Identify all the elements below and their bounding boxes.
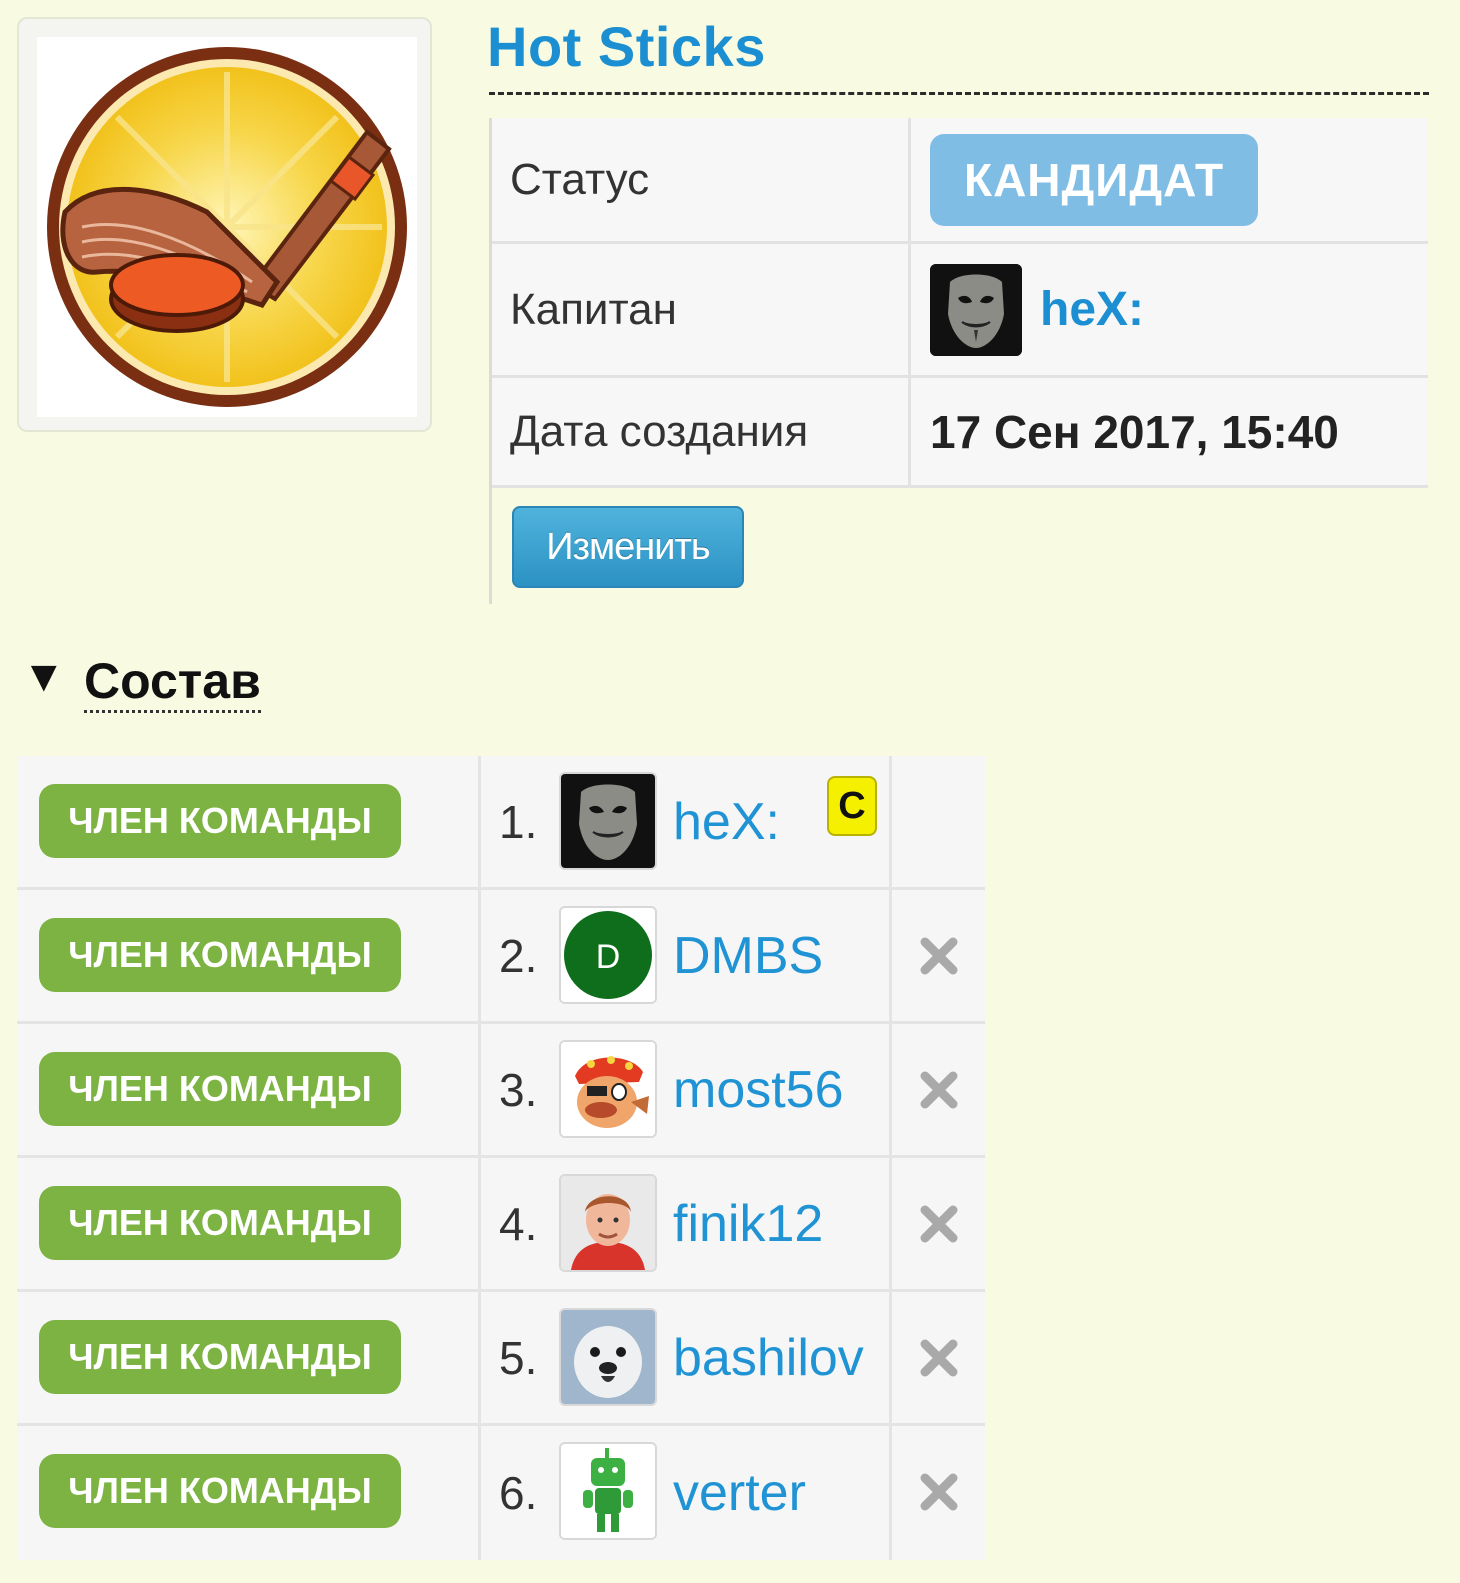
role-badge: ЧЛЕН КОМАНДЫ bbox=[39, 1052, 401, 1126]
close-icon bbox=[920, 1071, 958, 1109]
column-divider bbox=[889, 1158, 892, 1289]
team-logo-card bbox=[17, 17, 432, 432]
role-badge: ЧЛЕН КОМАНДЫ bbox=[39, 1454, 401, 1528]
team-logo bbox=[37, 37, 417, 417]
roster-row: ЧЛЕН КОМАНДЫ 4. finik12 bbox=[17, 1158, 985, 1292]
roster-row: ЧЛЕН КОМАНДЫ 2. D DMBS bbox=[17, 890, 985, 1024]
pirate-cartoon-icon bbox=[561, 1042, 655, 1136]
member-name-link[interactable]: verter bbox=[673, 1426, 806, 1560]
remove-member-icon[interactable] bbox=[917, 1202, 961, 1246]
role-badge: ЧЛЕН КОМАНДЫ bbox=[39, 784, 401, 858]
member-avatar[interactable] bbox=[559, 772, 657, 870]
roster-row: ЧЛЕН КОМАНДЫ 1. heX: C bbox=[17, 756, 985, 890]
green-robot-icon bbox=[561, 1444, 655, 1538]
created-date: 17 Сен 2017, 15:40 bbox=[930, 405, 1339, 458]
created-label: Дата создания bbox=[510, 406, 809, 456]
remove-member-icon[interactable] bbox=[917, 1336, 961, 1380]
member-name-link[interactable]: DMBS bbox=[673, 890, 823, 1021]
roster-row: ЧЛЕН КОМАНДЫ 6. verter bbox=[17, 1426, 985, 1560]
close-icon bbox=[920, 1339, 958, 1377]
member-avatar[interactable]: D bbox=[559, 906, 657, 1004]
hockey-stick-and-puck-icon bbox=[47, 47, 407, 407]
remove-member-icon[interactable] bbox=[917, 934, 961, 978]
role-badge: ЧЛЕН КОМАНДЫ bbox=[39, 918, 401, 992]
member-name-link[interactable]: bashilov bbox=[673, 1292, 864, 1423]
status-cell: КАНДИДАТ bbox=[930, 118, 1259, 241]
member-avatar[interactable] bbox=[559, 1174, 657, 1272]
remove-member-icon[interactable] bbox=[917, 1068, 961, 1112]
close-icon bbox=[920, 1473, 958, 1511]
captain-cell: heX: bbox=[930, 244, 1144, 375]
member-index: 3. bbox=[499, 1063, 538, 1116]
role-badge: ЧЛЕН КОМАНДЫ bbox=[39, 1186, 401, 1260]
column-divider bbox=[889, 1426, 892, 1560]
captain-label: Капитан bbox=[510, 284, 677, 334]
avatar-letter: D bbox=[596, 938, 621, 976]
team-title: Hot Sticks bbox=[487, 15, 766, 78]
info-row-captain: Капитан heX: bbox=[492, 244, 1428, 378]
man-photo-icon bbox=[561, 1176, 655, 1270]
info-row-status: Статус КАНДИДАТ bbox=[492, 118, 1428, 244]
roster-table: ЧЛЕН КОМАНДЫ 1. heX: C ЧЛЕН КОМАНДЫ 2. D… bbox=[17, 756, 985, 1560]
member-index: 2. bbox=[499, 929, 538, 982]
column-divider bbox=[478, 1292, 481, 1423]
member-name-link[interactable]: finik12 bbox=[673, 1158, 823, 1289]
column-divider bbox=[478, 890, 481, 1021]
member-name-link[interactable]: heX: bbox=[673, 756, 780, 887]
column-divider bbox=[889, 756, 892, 887]
info-divider bbox=[908, 244, 911, 375]
title-divider bbox=[489, 92, 1429, 95]
column-divider bbox=[478, 1426, 481, 1560]
roster-title[interactable]: Состав bbox=[84, 652, 261, 713]
collapse-triangle-icon[interactable]: ▼ bbox=[22, 652, 66, 702]
captain-avatar[interactable] bbox=[930, 263, 1022, 356]
roster-row: ЧЛЕН КОМАНДЫ 5. bashilov bbox=[17, 1292, 985, 1426]
column-divider bbox=[478, 756, 481, 887]
column-divider bbox=[889, 1024, 892, 1155]
mask-icon bbox=[930, 263, 1022, 356]
info-divider bbox=[908, 378, 911, 485]
column-divider bbox=[889, 1292, 892, 1423]
created-cell: 17 Сен 2017, 15:40 bbox=[930, 378, 1339, 485]
member-avatar[interactable] bbox=[559, 1442, 657, 1540]
info-divider bbox=[908, 118, 911, 241]
member-index: 1. bbox=[499, 795, 538, 848]
status-badge: КАНДИДАТ bbox=[930, 133, 1259, 226]
team-page: Hot Sticks Статус КАНДИДАТ Капитан heX: … bbox=[0, 0, 1460, 1583]
letter-avatar-icon: D bbox=[561, 908, 655, 1002]
edit-button[interactable]: Изменить bbox=[512, 506, 744, 588]
info-row-created: Дата создания 17 Сен 2017, 15:40 bbox=[492, 378, 1428, 488]
column-divider bbox=[478, 1158, 481, 1289]
status-label: Статус bbox=[510, 154, 650, 204]
member-name-link[interactable]: most56 bbox=[673, 1024, 844, 1155]
member-index: 4. bbox=[499, 1197, 538, 1250]
close-icon bbox=[920, 937, 958, 975]
mask-avatar-icon bbox=[561, 774, 655, 868]
member-avatar[interactable] bbox=[559, 1040, 657, 1138]
close-icon bbox=[920, 1205, 958, 1243]
member-avatar[interactable] bbox=[559, 1308, 657, 1406]
captain-mark-badge: C bbox=[827, 776, 877, 836]
roster-row: ЧЛЕН КОМАНДЫ 3. most56 bbox=[17, 1024, 985, 1158]
role-badge: ЧЛЕН КОМАНДЫ bbox=[39, 1320, 401, 1394]
member-index: 5. bbox=[499, 1331, 538, 1384]
member-index: 6. bbox=[499, 1467, 538, 1519]
seal-photo-icon bbox=[561, 1310, 655, 1404]
remove-member-icon[interactable] bbox=[917, 1470, 961, 1514]
column-divider bbox=[889, 890, 892, 1021]
captain-name-link[interactable]: heX: bbox=[1040, 282, 1144, 337]
column-divider bbox=[478, 1024, 481, 1155]
